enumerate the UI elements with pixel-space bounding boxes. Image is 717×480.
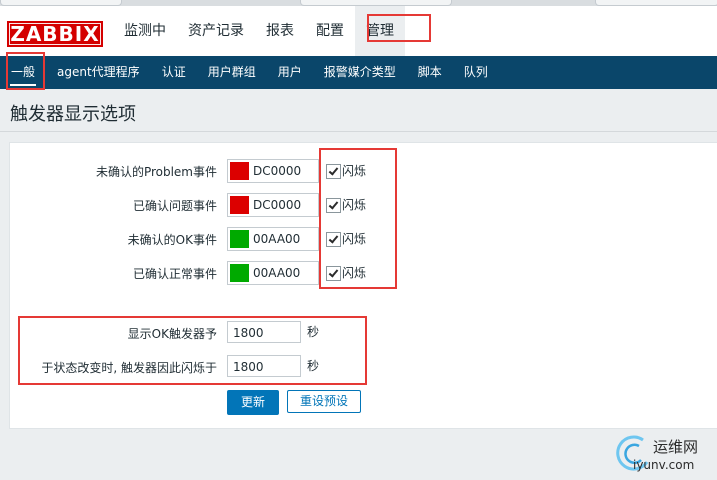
title-divider [0,131,717,132]
blink-checkbox[interactable] [326,198,341,213]
blink-checkbox[interactable] [326,164,341,179]
update-button[interactable]: 更新 [227,390,279,415]
watermark: 运维网 iyunv.com [613,432,715,478]
event-label: 未确认的Problem事件 [95,165,217,179]
main-nav-administration[interactable]: 管理 [355,6,405,56]
sub-nav-agent-proxies[interactable]: agent代理程序 [46,56,151,89]
color-swatch[interactable] [230,230,249,248]
blink-period-input[interactable]: 1800 [227,355,301,377]
event-row: 已确认问题事件 [0,193,217,219]
sub-nav-queue[interactable]: 队列 [453,56,499,89]
event-label: 已确认正常事件 [132,267,217,281]
main-nav: 监测中 资产记录 报表 配置 管理 [113,6,405,56]
event-row: 未确认的Problem事件 [0,159,217,185]
color-code: 00AA00 [253,266,301,280]
event-row: 已确认正常事件 [0,261,217,287]
blink-label: 闪烁 [342,198,367,212]
sub-nav-scripts[interactable]: 脚本 [407,56,453,89]
color-swatch[interactable] [230,196,249,214]
ok-period-row: 显示OK触发器予 [0,321,217,347]
blink-period-unit: 秒 [307,359,320,373]
ok-period-unit: 秒 [307,325,320,339]
zabbix-logo[interactable]: ZABBIX [7,21,103,47]
main-nav-inventory[interactable]: 资产记录 [177,6,255,56]
color-swatch[interactable] [230,264,249,282]
page-title: 触发器显示选项 [10,104,136,125]
ok-period-input[interactable]: 1800 [227,321,301,343]
sub-nav-users[interactable]: 用户 [267,56,313,89]
color-code: 00AA00 [253,232,301,246]
main-nav-reports[interactable]: 报表 [255,6,305,56]
color-picker[interactable]: 00AA00 [227,227,319,251]
reset-defaults-button[interactable]: 重设预设 [287,390,361,413]
blink-label: 闪烁 [342,164,367,178]
color-code: DC0000 [253,164,302,178]
sub-nav-general[interactable]: 一般 [0,56,46,89]
event-label: 已确认问题事件 [132,199,217,213]
blink-checkbox[interactable] [326,266,341,281]
blink-label: 闪烁 [342,232,367,246]
main-nav-monitoring[interactable]: 监测中 [113,6,177,56]
color-picker[interactable]: DC0000 [227,193,319,217]
blink-period-row: 于状态改变时, 触发器因此闪烁于 [0,355,217,381]
color-swatch[interactable] [230,162,249,180]
blink-period-label: 于状态改变时, 触发器因此闪烁于 [41,361,217,375]
ok-period-label: 显示OK触发器予 [127,327,217,341]
watermark-url: iyunv.com [633,458,695,472]
sub-nav-authentication[interactable]: 认证 [151,56,197,89]
sub-nav-user-groups[interactable]: 用户群组 [197,56,267,89]
sub-nav: 一般 agent代理程序 认证 用户群组 用户 报警媒介类型 脚本 队列 [0,56,717,89]
main-nav-configuration[interactable]: 配置 [305,6,355,56]
color-picker[interactable]: 00AA00 [227,261,319,285]
sub-nav-media-types[interactable]: 报警媒介类型 [313,56,407,89]
blink-label: 闪烁 [342,266,367,280]
watermark-text: 运维网 [653,438,699,456]
blink-checkbox[interactable] [326,232,341,247]
color-picker[interactable]: DC0000 [227,159,319,183]
event-row: 未确认的OK事件 [0,227,217,253]
event-label: 未确认的OK事件 [127,233,217,247]
color-code: DC0000 [253,198,302,212]
